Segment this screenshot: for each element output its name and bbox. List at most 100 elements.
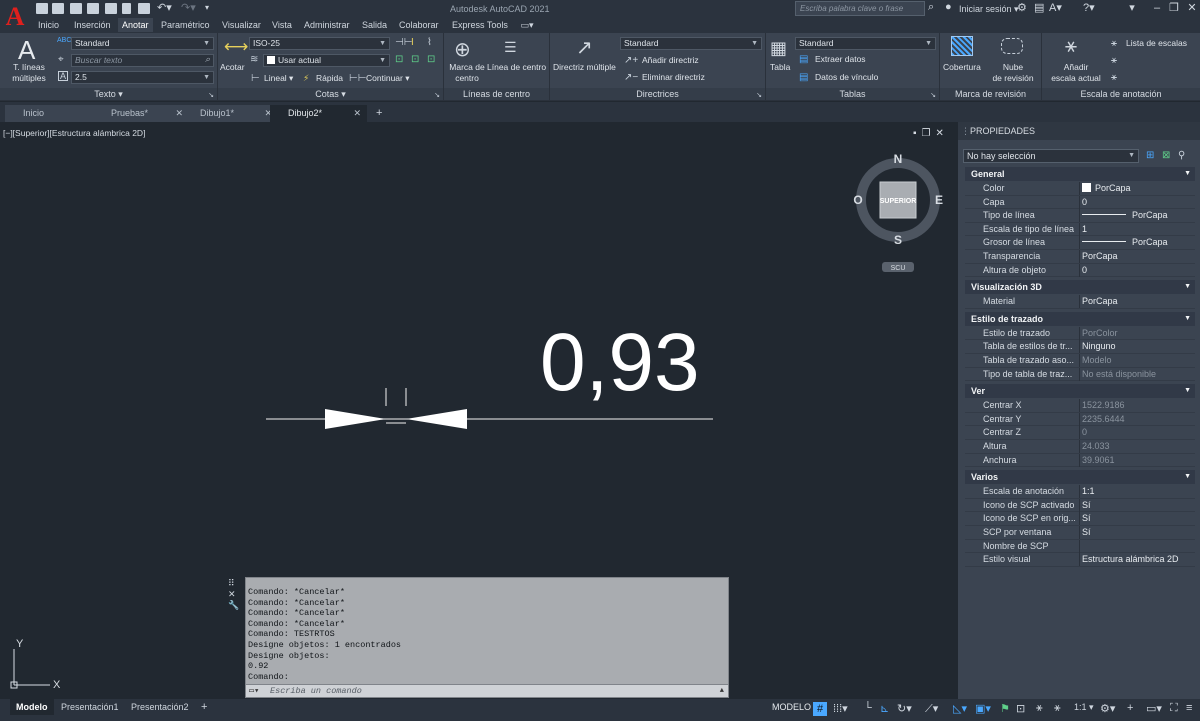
find-text-input[interactable]: Buscar texto ⌕ — [71, 54, 214, 67]
collapse-icon[interactable]: ▼ — [1184, 280, 1191, 294]
close-icon[interactable]: ✕ — [353, 105, 361, 122]
sync-scale-icon[interactable]: ⚹ — [1111, 55, 1117, 66]
polar-icon[interactable]: ⊾ — [880, 702, 889, 715]
ribbon-tab-inicio[interactable]: Inicio — [34, 18, 63, 32]
property-row[interactable]: Estilo de trazado PorColor — [965, 326, 1195, 341]
table-style-select[interactable]: Standard ▼ — [795, 37, 936, 50]
user-icon[interactable]: ● — [945, 1, 952, 13]
table-button[interactable]: Tabla — [770, 62, 790, 73]
wipeout-button[interactable]: Cobertura — [943, 62, 981, 73]
new-tab-button[interactable]: + — [370, 105, 390, 122]
panel-title-texto[interactable]: Texto ▾ — [0, 88, 217, 100]
delete-scale-icon[interactable]: ⚹ — [1111, 72, 1117, 83]
selection-select[interactable]: No hay selección ▼ — [963, 149, 1139, 163]
property-row[interactable]: Escala de tipo de línea 1 — [965, 222, 1195, 237]
property-row[interactable]: Material PorCapa — [965, 295, 1195, 309]
command-input[interactable]: ▭▾ Escriba un comando ▲ — [245, 684, 729, 698]
autodesk-app-store-icon[interactable]: ⚙ — [1017, 1, 1027, 14]
model-space-toggle[interactable]: MODELO — [766, 699, 817, 715]
extract-data-button[interactable]: Extraer datos — [815, 54, 866, 65]
file-tab-inicio[interactable]: Inicio — [5, 105, 94, 122]
revision-cloud-button[interactable]: Nube de revisión — [990, 62, 1036, 84]
property-row[interactable]: SCP por ventana Sí — [965, 526, 1195, 540]
ribbon-tab-visualizar[interactable]: Visualizar — [218, 18, 265, 32]
property-row[interactable]: Escala de anotación 1:1 — [965, 485, 1195, 499]
inspect-dim-icon[interactable]: ⊡ — [395, 54, 403, 65]
property-row[interactable]: Altura de objeto 0 — [965, 263, 1195, 278]
property-row[interactable]: Centrar X 1522.9186 — [965, 399, 1195, 413]
annotation-add-icon[interactable]: ⚹ — [1054, 702, 1061, 715]
property-row[interactable]: Estilo visual Estructura alámbrica 2D — [965, 553, 1195, 567]
center-mark-button[interactable]: Marca de centro — [448, 62, 486, 84]
collapse-icon[interactable]: ▼ — [1184, 470, 1191, 484]
toggle-pickadd-icon[interactable]: ⊞ — [1146, 150, 1154, 161]
application-menu-button[interactable]: A — [0, 0, 30, 33]
collapse-icon[interactable]: ▼ — [1184, 312, 1191, 326]
add-current-scale-button[interactable]: Añadir escala actual — [1048, 62, 1104, 84]
fullscreen-icon[interactable]: ⛶ — [1170, 702, 1178, 715]
ortho-icon[interactable]: └ — [864, 702, 872, 714]
signin-button[interactable]: Iniciar sesión ▾ — [959, 4, 1019, 15]
properties-section-header[interactable]: Varios ▼ — [965, 470, 1195, 485]
property-row[interactable]: Altura 24.033 — [965, 440, 1195, 454]
scale-list-button[interactable]: Lista de escalas — [1126, 38, 1187, 49]
file-tab-pruebas[interactable]: Pruebas* ✕ — [93, 105, 189, 122]
file-tab-dibujo1[interactable]: Dibujo1* ✕ — [182, 105, 278, 122]
ribbon-minimize-icon[interactable]: ▾ — [1118, 0, 1146, 16]
ribbon-tab-colaborar[interactable]: Colaborar — [395, 18, 443, 32]
property-row[interactable]: Tabla de estilos de tr... Ninguno — [965, 340, 1195, 354]
text-style-select[interactable]: Standard ▼ — [71, 37, 214, 50]
qat-customize-icon[interactable]: ▾ — [205, 3, 209, 12]
dim-style-select[interactable]: ISO-25 ▼ — [249, 37, 390, 50]
centerline-button[interactable]: Línea de centro — [487, 62, 546, 73]
mtext-button[interactable]: T. líneas múltiples — [8, 62, 50, 84]
ribbon-tab-param-trico[interactable]: Paramétrico — [157, 18, 214, 32]
property-row[interactable]: Anchura 39.9061 — [965, 453, 1195, 468]
window-close-icon[interactable]: ✕ — [1178, 0, 1200, 16]
property-row[interactable]: Icono de SCP en orig... Sí — [965, 512, 1195, 526]
property-row[interactable]: Transparencia PorCapa — [965, 250, 1195, 264]
properties-section-header[interactable]: General ▼ — [965, 167, 1195, 181]
annotation-monitor-icon[interactable]: + — [1127, 702, 1133, 714]
search-input[interactable]: Escriba palabra clave o frase — [795, 1, 925, 16]
file-tab-dibujo2[interactable]: Dibujo2* ✕ — [270, 105, 367, 122]
layout-tab-presentacion2[interactable]: Presentación2 — [125, 699, 195, 715]
annotation-scale-select[interactable]: 1:1 ▾ — [1068, 699, 1100, 715]
dim-layer-select[interactable]: Usar actual ▼ — [263, 54, 390, 67]
adjust-space-icon[interactable]: I — [411, 37, 414, 48]
snap-icon[interactable]: ⁞⁞⁞▾ — [833, 702, 848, 715]
redo-icon[interactable]: ↷▾ — [181, 1, 196, 14]
property-row[interactable]: Icono de SCP activado Sí — [965, 498, 1195, 513]
web-mobile-icon[interactable] — [105, 3, 117, 14]
select-objects-icon[interactable]: ⊠ — [1162, 150, 1170, 161]
units-icon[interactable]: ▭▾ — [1146, 702, 1162, 715]
ribbon-tab-express-tools[interactable]: Express Tools — [448, 18, 512, 32]
property-row[interactable]: Tabla de trazado aso... Modelo — [965, 354, 1195, 368]
help-icon[interactable]: ?▾ — [1083, 1, 1095, 14]
properties-section-header[interactable]: Ver ▼ — [965, 384, 1195, 399]
property-row[interactable]: Centrar Z 0 — [965, 426, 1195, 440]
jog-line-icon[interactable]: ⌇ — [427, 37, 432, 48]
save-icon[interactable] — [70, 3, 82, 14]
save-as-icon[interactable] — [87, 3, 99, 14]
text-height-select[interactable]: 2.5 ▼ — [71, 71, 214, 84]
remove-leader-button[interactable]: Eliminar directriz — [642, 72, 705, 83]
undo-icon[interactable]: ↶▾ — [157, 1, 172, 14]
property-row[interactable]: Centrar Y 2235.6444 — [965, 412, 1195, 427]
ribbon-options-icon[interactable]: ▭▾ — [514, 18, 540, 32]
ribbon-tab-anotar[interactable]: Anotar — [118, 18, 153, 32]
break-dim-icon[interactable]: ⊣⊢ — [395, 37, 412, 48]
cart-icon[interactable]: ▤ — [1034, 1, 1044, 14]
data-link-button[interactable]: Datos de vínculo — [815, 72, 878, 83]
panel-title-cotas[interactable]: Cotas ▾ — [218, 88, 443, 100]
update-dim-icon[interactable]: ⊡ — [411, 54, 419, 65]
print-icon[interactable] — [138, 3, 150, 14]
object-track-icon[interactable]: ⟋▾ — [925, 702, 938, 716]
linear-dim-button[interactable]: Lineal ▾ — [264, 73, 293, 84]
dialog-launcher-icon[interactable]: ↘ — [434, 91, 440, 99]
grid-icon[interactable]: # — [813, 702, 827, 716]
multileader-button[interactable]: Directriz múltiple — [553, 62, 616, 73]
annotation-autoscale-icon[interactable]: ⊡ — [1016, 702, 1025, 715]
search-icon[interactable]: ⌕ — [928, 1, 934, 14]
property-row[interactable]: Tipo de tabla de traz... No está disponib… — [965, 367, 1195, 382]
